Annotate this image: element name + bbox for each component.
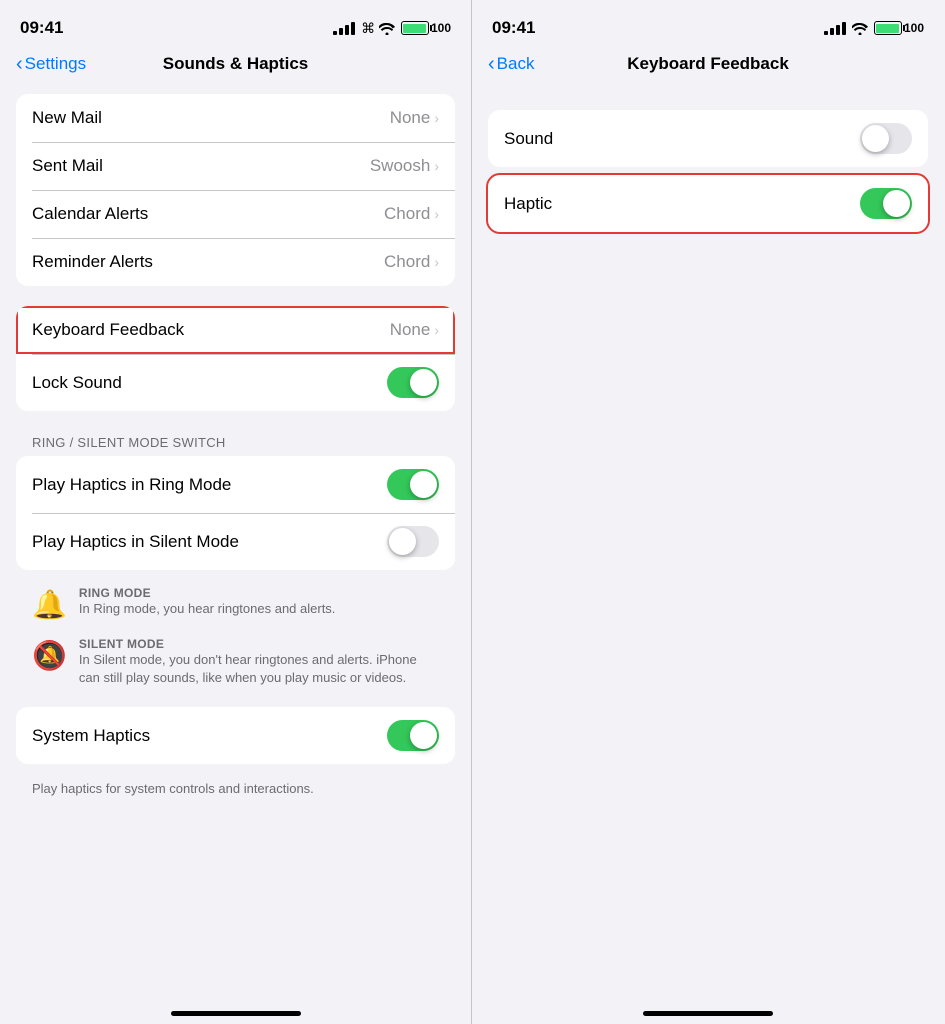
back-chevron-icon: ‹	[16, 54, 23, 74]
right-content: Sound Haptic	[472, 86, 944, 990]
home-indicator-right	[472, 990, 944, 1024]
ring-mode-heading: Ring Mode	[79, 586, 439, 600]
haptic-card: Haptic	[488, 175, 928, 232]
system-haptics-toggle[interactable]	[387, 720, 439, 751]
calendar-alerts-row[interactable]: Calendar Alerts Chord ›	[16, 190, 455, 238]
play-haptics-silent-toggle[interactable]	[387, 526, 439, 557]
keyboard-feedback-value-group: None ›	[390, 320, 439, 340]
back-label-settings: Settings	[25, 54, 86, 74]
ring-mode-info: 🔔 Ring Mode In Ring mode, you hear ringt…	[16, 582, 455, 633]
play-haptics-ring-row: Play Haptics in Ring Mode	[16, 456, 455, 513]
haptic-toggle[interactable]	[860, 188, 912, 219]
bell-slash-icon: 🔕	[32, 639, 67, 672]
calendar-alerts-label: Calendar Alerts	[32, 204, 148, 224]
page-title-left: Sounds & Haptics	[163, 54, 308, 74]
battery-icon-right: 100	[874, 21, 924, 35]
page-title-right: Keyboard Feedback	[627, 54, 789, 74]
sent-mail-label: Sent Mail	[32, 156, 103, 176]
sound-row: Sound	[488, 110, 928, 167]
silent-mode-desc: In Silent mode, you don't hear ringtones…	[79, 651, 439, 687]
left-panel: 09:41 ⌘ 100 ‹ Settings Sounds & Hapt	[0, 0, 472, 1024]
nav-bar-left: ‹ Settings Sounds & Haptics	[0, 50, 471, 86]
ring-silent-card: Play Haptics in Ring Mode Play Haptics i…	[16, 456, 455, 570]
silent-mode-heading: Silent Mode	[79, 637, 439, 651]
home-indicator-left	[0, 990, 471, 1024]
right-panel: 09:41 100 ‹ Back Keyboard Feedback	[472, 0, 944, 1024]
reminder-alerts-label: Reminder Alerts	[32, 252, 153, 272]
lock-sound-toggle[interactable]	[387, 367, 439, 398]
mail-alerts-card: New Mail None › Sent Mail Swoosh › Calen…	[16, 94, 455, 286]
lock-sound-label: Lock Sound	[32, 373, 122, 393]
play-haptics-silent-row: Play Haptics in Silent Mode	[16, 513, 455, 570]
status-bar-right: 09:41 100	[472, 0, 944, 50]
battery-icon-left: 100	[401, 21, 451, 35]
silent-mode-info: 🔕 Silent Mode In Silent mode, you don't …	[16, 633, 455, 699]
play-haptics-ring-label: Play Haptics in Ring Mode	[32, 475, 231, 495]
back-label-back: Back	[497, 54, 535, 74]
signal-icon-right	[824, 22, 846, 35]
new-mail-value-group: None ›	[390, 108, 439, 128]
keyboard-feedback-value: None	[390, 320, 431, 340]
haptic-row: Haptic	[488, 175, 928, 232]
status-icons-right: 100	[824, 20, 924, 36]
bell-icon: 🔔	[32, 588, 67, 621]
lock-sound-row: Lock Sound	[16, 354, 455, 411]
sent-mail-row[interactable]: Sent Mail Swoosh ›	[16, 142, 455, 190]
time-right: 09:41	[492, 18, 535, 38]
new-mail-row[interactable]: New Mail None ›	[16, 94, 455, 142]
system-haptics-label: System Haptics	[32, 726, 150, 746]
keyboard-back-button[interactable]: ‹ Back	[488, 54, 534, 74]
new-mail-label: New Mail	[32, 108, 102, 128]
sent-mail-value-group: Swoosh ›	[370, 156, 439, 176]
reminder-alerts-value: Chord	[384, 252, 430, 272]
new-mail-chevron: ›	[434, 110, 439, 126]
new-mail-value: None	[390, 108, 431, 128]
wifi-icon-right	[852, 20, 868, 36]
left-content: New Mail None › Sent Mail Swoosh › Calen…	[0, 86, 471, 990]
sound-label: Sound	[504, 129, 553, 149]
status-bar-left: 09:41 ⌘ 100	[0, 0, 471, 50]
settings-back-button[interactable]: ‹ Settings	[16, 54, 86, 74]
reminder-alerts-row[interactable]: Reminder Alerts Chord ›	[16, 238, 455, 286]
keyboard-feedback-chevron: ›	[434, 322, 439, 338]
haptic-label: Haptic	[504, 194, 552, 214]
play-haptics-silent-label: Play Haptics in Silent Mode	[32, 532, 239, 552]
signal-icon	[333, 22, 355, 35]
back-chevron-icon-right: ‹	[488, 54, 495, 74]
keyboard-feedback-row[interactable]: Keyboard Feedback None ›	[16, 306, 455, 354]
keyboard-feedback-label: Keyboard Feedback	[32, 320, 184, 340]
nav-bar-right: ‹ Back Keyboard Feedback	[472, 50, 944, 86]
calendar-alerts-value-group: Chord ›	[384, 204, 439, 224]
sound-card: Sound	[488, 110, 928, 167]
system-haptics-desc: Play haptics for system controls and int…	[16, 772, 455, 814]
status-icons-left: ⌘ 100	[333, 20, 451, 37]
reminder-alerts-chevron: ›	[434, 254, 439, 270]
sound-toggle[interactable]	[860, 123, 912, 154]
wifi-icon: ⌘	[361, 20, 395, 37]
sent-mail-chevron: ›	[434, 158, 439, 174]
ring-silent-section-label: Ring / Silent Mode Switch	[16, 419, 455, 456]
time-left: 09:41	[20, 18, 63, 38]
play-haptics-ring-toggle[interactable]	[387, 469, 439, 500]
system-haptics-card: System Haptics	[16, 707, 455, 764]
calendar-alerts-chevron: ›	[434, 206, 439, 222]
calendar-alerts-value: Chord	[384, 204, 430, 224]
system-haptics-row: System Haptics	[16, 707, 455, 764]
sent-mail-value: Swoosh	[370, 156, 430, 176]
keyboard-lock-card: Keyboard Feedback None › Lock Sound	[16, 306, 455, 411]
reminder-alerts-value-group: Chord ›	[384, 252, 439, 272]
ring-mode-desc: In Ring mode, you hear ringtones and ale…	[79, 600, 439, 618]
